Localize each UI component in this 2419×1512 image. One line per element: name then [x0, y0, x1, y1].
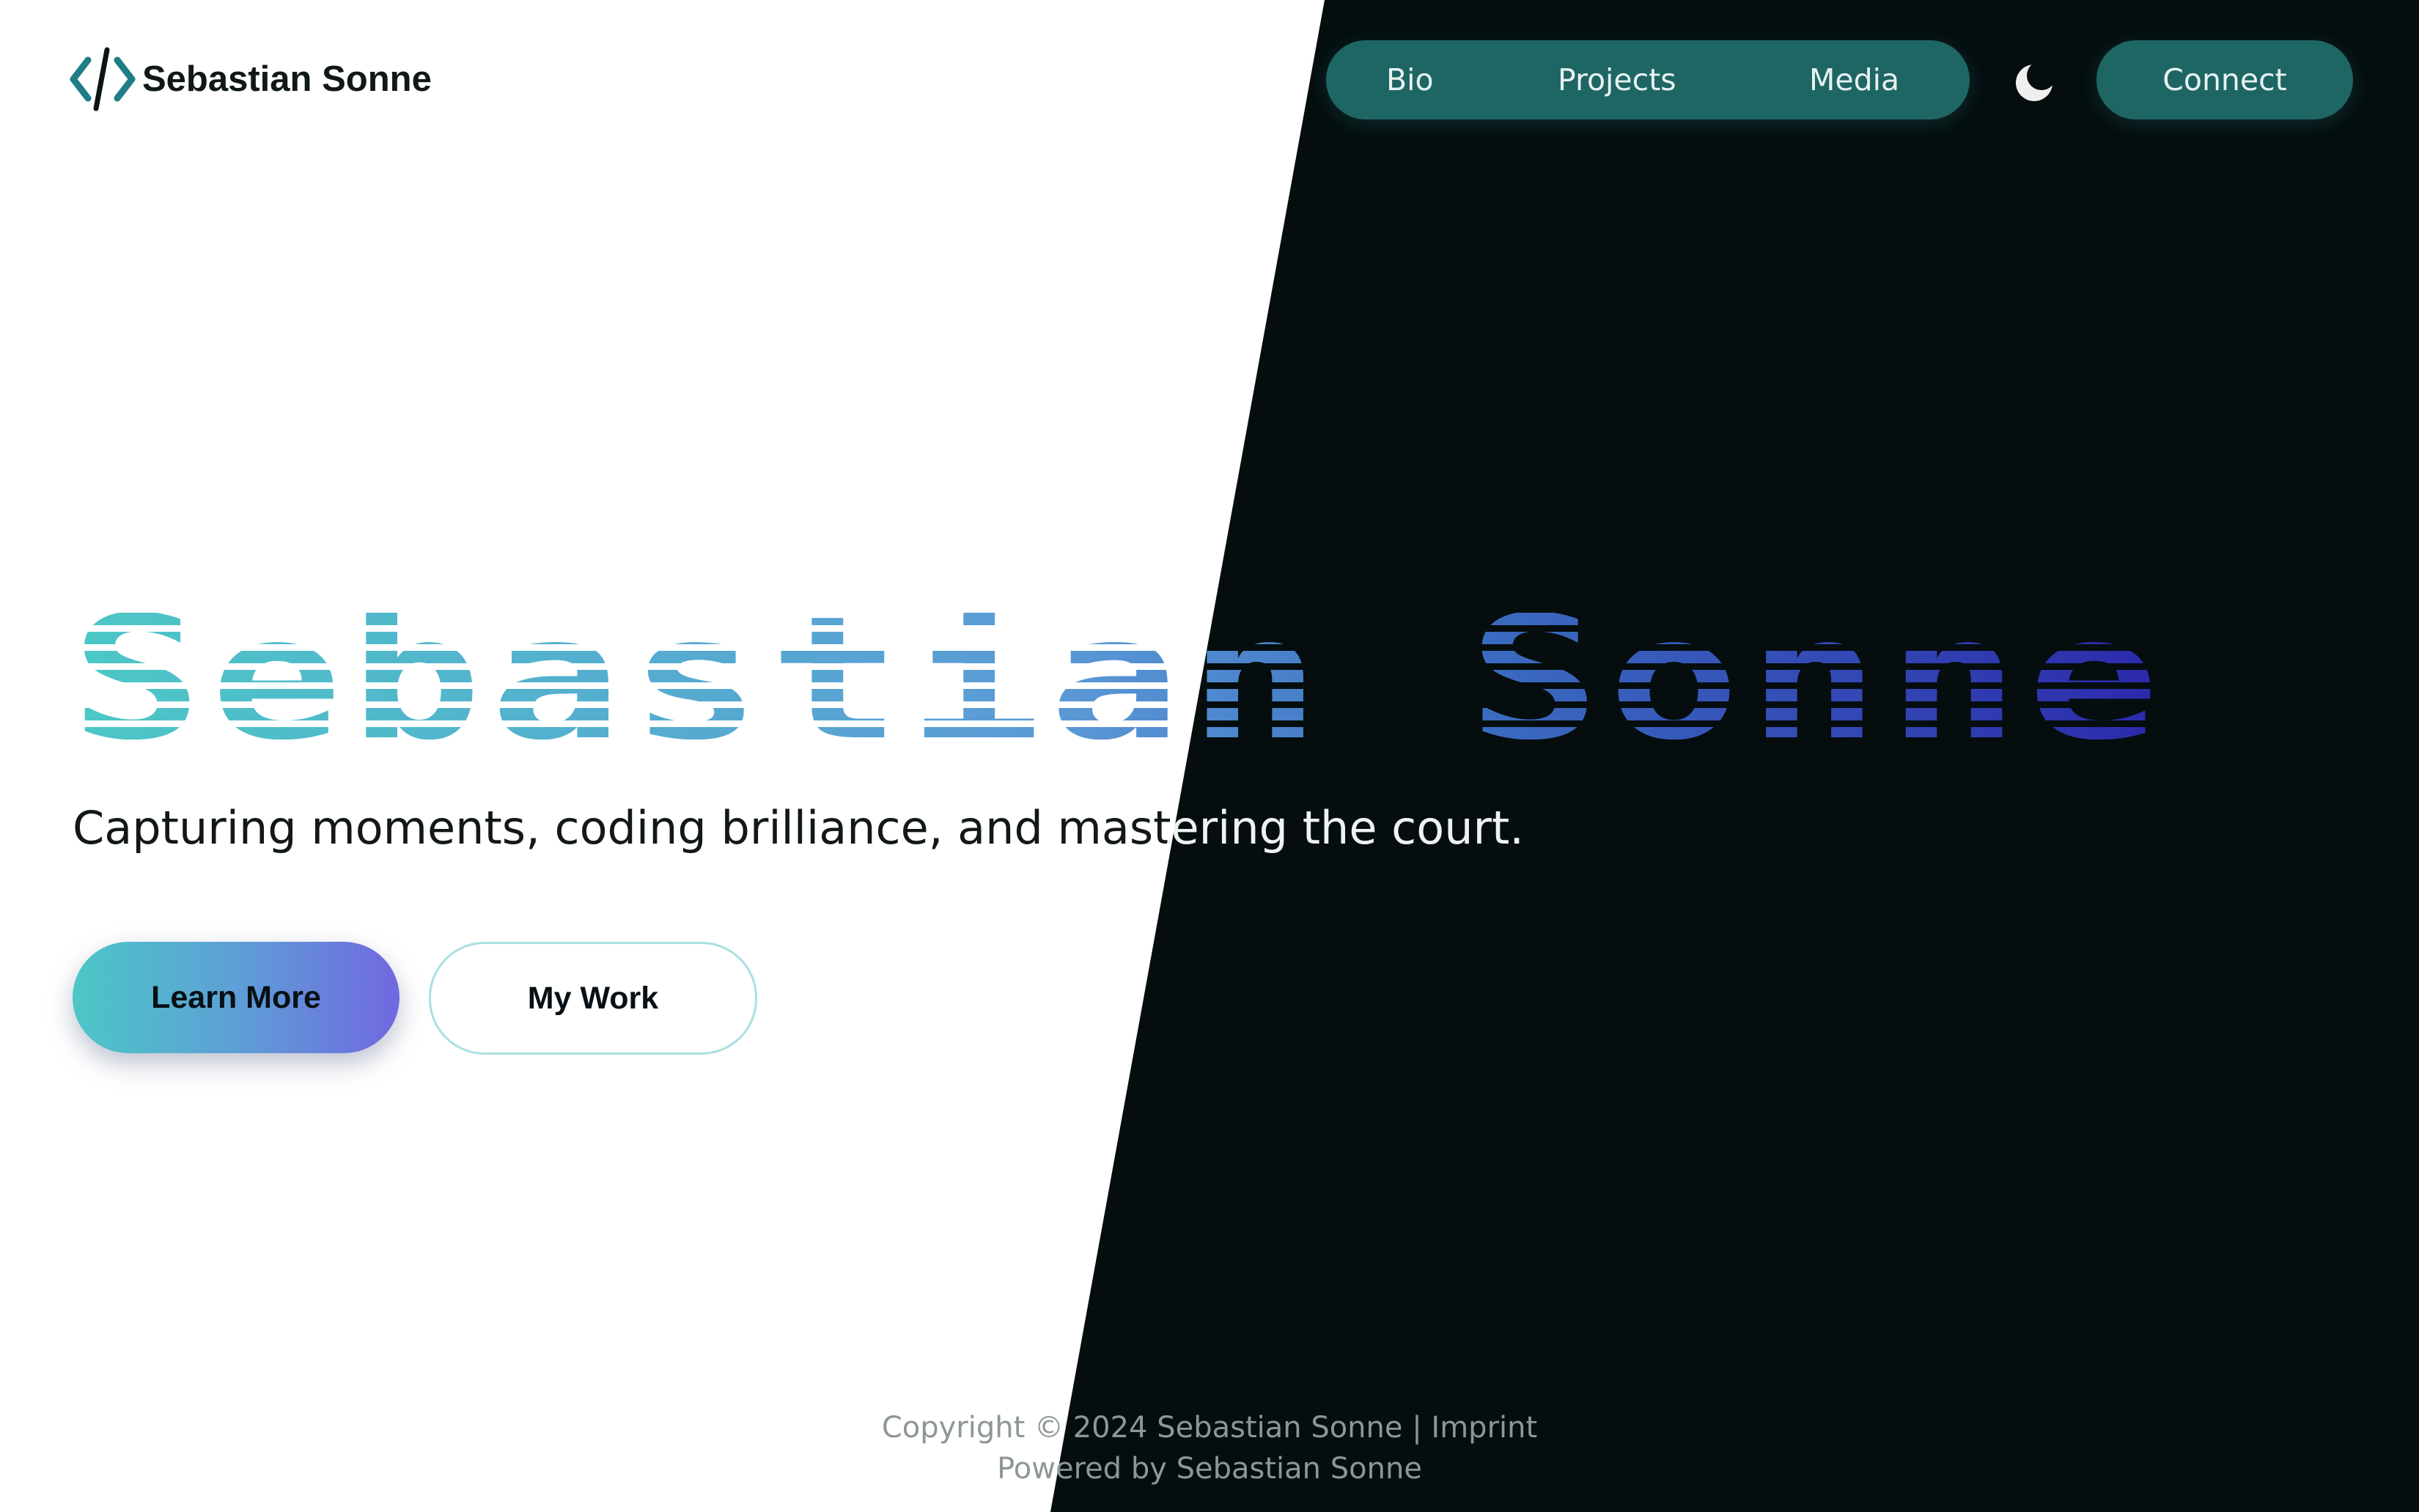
footer-copyright-line: Copyright © 2024 Sebastian Sonne | Impri… [0, 1407, 2419, 1448]
theme-toggle-button[interactable] [2012, 61, 2056, 105]
nav-item-media[interactable]: Media [1809, 40, 1899, 119]
footer-separator: | [1412, 1411, 1422, 1445]
nav-item-bio[interactable]: Bio [1386, 40, 1434, 119]
code-brackets-icon [70, 47, 136, 111]
brand-name: Sebastian Sonne [142, 59, 432, 99]
footer-copyright: Copyright © 2024 Sebastian Sonne [881, 1411, 1403, 1445]
hero-title-graphic: Sebastian Sonne [70, 580, 2161, 778]
hero-title: Sebastian Sonne [70, 580, 2240, 778]
footer-powered-by: Powered by Sebastian Sonne [997, 1452, 1422, 1486]
footer: Copyright © 2024 Sebastian Sonne | Impri… [0, 1407, 2419, 1489]
moon-icon [2016, 64, 2052, 101]
main-nav: Bio Projects Media [1326, 40, 1970, 119]
connect-button[interactable]: Connect [2096, 40, 2353, 119]
brand-logo[interactable]: Sebastian Sonne [69, 47, 432, 111]
learn-more-button[interactable]: Learn More [73, 942, 400, 1053]
footer-imprint-link[interactable]: Imprint [1431, 1411, 1537, 1445]
my-work-button[interactable]: My Work [429, 942, 757, 1055]
nav-item-projects[interactable]: Projects [1558, 40, 1676, 119]
